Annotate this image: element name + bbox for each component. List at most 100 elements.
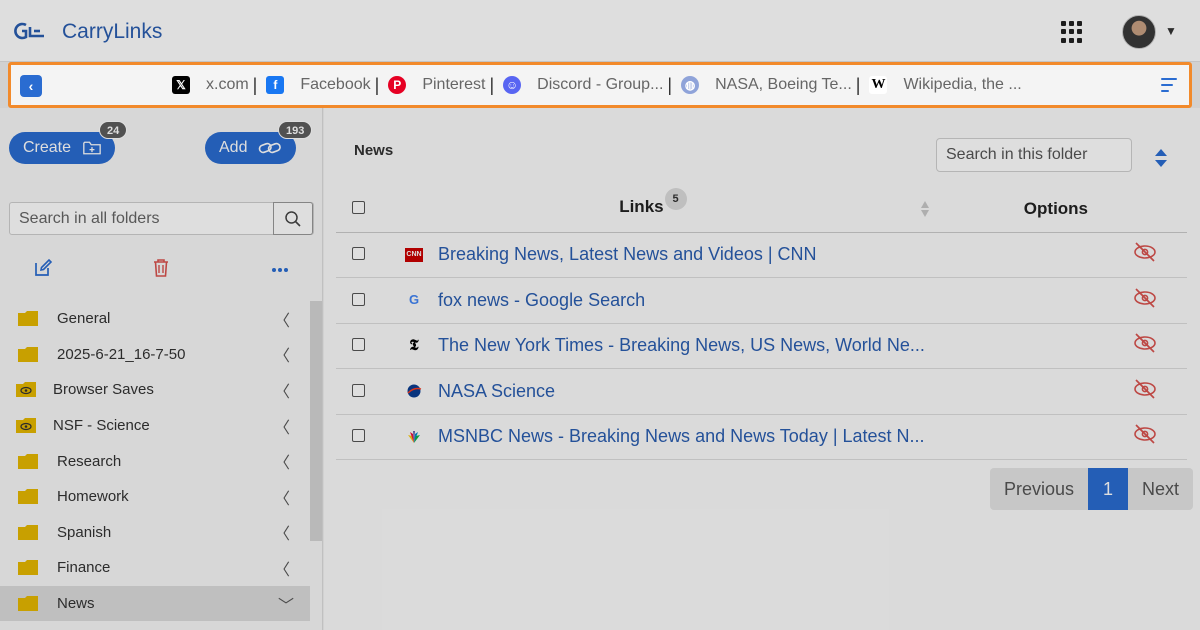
row-checkbox[interactable] [352,338,365,352]
row-checkbox[interactable] [352,383,365,397]
sort-icon[interactable] [1154,148,1168,168]
sidebar-scrollbar[interactable] [310,301,322,541]
nyt-icon: 𝕿 [409,337,419,354]
edit-icon[interactable] [33,256,53,280]
chevron-left-icon[interactable]: 〈 [274,485,290,509]
bookmark-label: Facebook [300,76,371,93]
hide-eye-icon[interactable] [1133,424,1157,444]
folder-icon [18,524,38,540]
table-row[interactable]: G fox news - Google Search [336,277,1187,324]
bookmark-facebook[interactable]: f Facebook | [266,75,388,96]
select-all-checkbox[interactable] [352,200,365,214]
folder-item-finance[interactable]: Finance 〈 [0,550,310,586]
chevron-left-icon[interactable]: 〈 [274,556,290,580]
table-row[interactable]: 𝕿 The New York Times - Breaking News, US… [336,323,1187,369]
folder-item-browser-saves[interactable]: Browser Saves 〈 [0,372,310,408]
next-page-button[interactable]: Next [1128,468,1194,510]
folder-item-research[interactable]: Research 〈 [0,443,310,479]
link-title[interactable]: Breaking News, Latest News and Videos | … [438,244,817,265]
shared-folder-icon [16,382,36,398]
link-title[interactable]: NASA Science [438,381,555,402]
more-options-icon[interactable] [270,256,290,280]
chevron-left-icon[interactable]: 〈 [274,378,290,402]
folder-search-input[interactable] [936,138,1132,172]
folder-item-nsf-science[interactable]: NSF - Science 〈 [0,408,310,444]
app-title[interactable]: CarryLinks [62,20,162,44]
carrylinks-logo-icon[interactable] [14,21,46,41]
folder-label: NSF - Science [53,417,150,435]
row-checkbox[interactable] [352,429,365,443]
search-button[interactable] [273,202,313,235]
create-folder-button[interactable]: Create [9,132,115,164]
link-title[interactable]: fox news - Google Search [438,290,645,311]
options-cell [924,277,1187,324]
hide-eye-icon[interactable] [1133,288,1157,308]
chevron-left-icon[interactable]: 〈 [274,449,290,473]
folder-label: General [57,310,111,328]
folders-sidebar: Create 24 Add 193 Search in all folders … [0,108,323,630]
hide-eye-icon[interactable] [1133,333,1157,353]
wikipedia-icon: W [869,76,888,94]
page-1-button[interactable]: 1 [1088,468,1129,510]
folder-icon [18,560,38,576]
bookmark-wikipedia[interactable]: W Wikipedia, the ... [869,76,1022,94]
bookmark-nasa-boeing[interactable]: ◍ NASA, Boeing Te... | [681,75,869,96]
link-title[interactable]: The New York Times - Breaking News, US N… [438,335,925,356]
table-row[interactable]: CNN Breaking News, Latest News and Video… [336,232,1187,278]
folder-label: Homework [57,488,129,506]
select-cell [336,277,381,324]
create-label: Create [23,139,72,156]
previous-page-button[interactable]: Previous [990,468,1089,510]
links-column-header[interactable]: Links 5 [381,186,929,233]
hide-eye-icon[interactable] [1133,242,1157,262]
select-all-cell [336,186,381,233]
folder-item-2025-6-21[interactable]: 2025-6-21_16-7-50 〈 [0,337,310,373]
all-folders-search-input[interactable] [10,203,276,234]
chevron-down-icon[interactable]: ﹀ [278,592,294,616]
options-cell [924,323,1187,369]
select-cell [336,414,381,460]
hide-eye-icon[interactable] [1133,379,1157,399]
google-icon: G [408,292,420,308]
folder-item-homework[interactable]: Homework 〈 [0,479,310,515]
folder-item-general[interactable]: General 〈 [0,301,310,337]
bookmark-pinterest[interactable]: P Pinterest | [388,75,503,96]
cnn-icon: CNN [405,247,423,262]
trash-icon[interactable] [152,256,170,280]
create-count-badge: 24 [99,121,128,139]
user-avatar[interactable] [1122,15,1156,49]
table-row[interactable]: MSNBC News - Breaking News and News Toda… [336,414,1187,460]
sort-arrows-icon[interactable] [920,200,930,218]
bookmark-x[interactable]: 𝕏 x.com | [172,75,266,96]
discord-icon: ☺ [503,76,522,94]
chevron-left-icon[interactable]: 〈 [274,342,290,366]
row-checkbox[interactable] [352,292,365,306]
apps-grid-icon[interactable] [1061,21,1083,43]
folder-item-spanish[interactable]: Spanish 〈 [0,515,310,551]
bookmarks-bar-highlight: ‹ 𝕏 x.com | f Facebook | P Pinterest | ☺… [8,62,1192,108]
globe-icon: ◍ [681,76,700,94]
options-cell [924,368,1187,415]
folder-icon [18,596,38,612]
link-cell: G fox news - Google Search [381,277,925,324]
chevron-left-icon[interactable]: 〈 [274,307,290,331]
bookmark-discord[interactable]: ☺ Discord - Group... | [503,75,681,96]
nbc-peacock-icon [408,430,420,443]
separator: | [374,74,380,95]
bookmarks-bar: ‹ 𝕏 x.com | f Facebook | P Pinterest | ☺… [11,65,1189,105]
folder-item-news[interactable]: News ﹀ [0,585,310,622]
chevron-left-icon[interactable]: 〈 [274,414,290,438]
link-title[interactable]: MSNBC News - Breaking News and News Toda… [438,426,925,447]
sort-lines-icon[interactable] [1161,78,1177,92]
bookmark-label: x.com [206,76,249,93]
table-row[interactable]: NASA Science [336,368,1187,415]
chevron-left-icon[interactable]: 〈 [274,520,290,544]
nasa-icon [407,384,422,398]
separator: | [855,74,861,95]
pinterest-icon: P [388,76,407,94]
select-cell [336,323,381,369]
chevron-down-icon[interactable]: ▼ [1165,24,1177,38]
facebook-icon: f [266,76,285,94]
collapse-bar-button[interactable]: ‹ [20,75,42,97]
row-checkbox[interactable] [352,247,365,261]
